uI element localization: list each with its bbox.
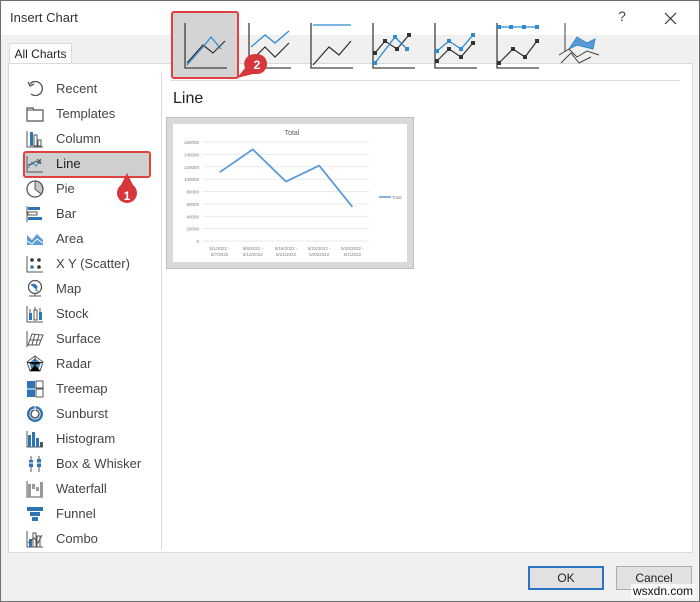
x-tick-label: 5/29/2022 -6/1/2022 (341, 246, 364, 257)
y-tick-label: 120000 (184, 165, 200, 170)
100-stacked-line-with-markers-chart-icon (496, 23, 539, 69)
chart-preview-canvas: Total 0 20000 40000 60000 80000 100000 120000 14… (173, 124, 407, 262)
map-globe-icon (27, 279, 43, 297)
sidebar-item-label: Column (56, 131, 101, 146)
y-tick-label: 100000 (184, 177, 200, 182)
sidebar-item-histogram[interactable]: Histogram (23, 426, 151, 451)
recent-icon (27, 80, 43, 97)
x-tick-label: 5/15/2022 -5/21/2022 (275, 246, 298, 257)
annotation-number-2: 2 (254, 58, 261, 72)
sidebar-item-label: Waterfall (56, 481, 107, 496)
scatter-chart-icon (26, 256, 43, 273)
sidebar-item-recent[interactable]: Recent (23, 76, 151, 101)
funnel-chart-icon (27, 507, 43, 521)
x-tick-label: 5/1/2022 -5/7/2022 (209, 246, 230, 257)
sidebar-item-label: Map (56, 281, 82, 296)
sidebar-item-templates[interactable]: Templates (23, 101, 151, 126)
insert-chart-dialog: Insert Chart ? All Charts Recent Templat… (0, 0, 700, 602)
3d-line-chart-icon (558, 23, 600, 64)
sidebar-item-treemap[interactable]: Treemap (23, 376, 151, 401)
line-chart-icon (184, 23, 227, 69)
annotation-badge-1: 1 (117, 173, 137, 203)
sidebar-item-combo[interactable]: Combo (23, 526, 151, 551)
sidebar-item-radar[interactable]: Radar (23, 351, 151, 376)
ok-button[interactable]: OK (528, 566, 604, 590)
y-tick-label: 20000 (186, 227, 199, 232)
sidebar-item-label: Treemap (56, 381, 108, 396)
sidebar-item-label: Area (56, 231, 84, 246)
sidebar-item-label: Funnel (56, 506, 96, 521)
dialog-title: Insert Chart (10, 10, 78, 25)
sidebar-item-sunburst[interactable]: Sunburst (23, 401, 151, 426)
series-line-total (219, 148, 354, 208)
sidebar-item-label: Recent (56, 81, 98, 96)
sidebar-item-funnel[interactable]: Funnel (23, 501, 151, 526)
annotation-number-1: 1 (124, 189, 131, 203)
x-tick-label: 5/22/2022 -5/28/2022 (308, 246, 331, 257)
sidebar-item-label: Sunburst (56, 406, 109, 421)
x-tick-label: 5/8/2022 -5/14/2022 (243, 246, 264, 257)
stacked-line-with-markers-chart-icon (434, 23, 477, 69)
chart-preview[interactable]: Total 0 20000 40000 60000 80000 100000 120000 14… (166, 117, 414, 269)
radar-chart-icon (26, 355, 44, 372)
line-chart-icon (26, 156, 43, 173)
sidebar-item-label: Combo (56, 531, 98, 546)
treemap-chart-icon (27, 380, 44, 398)
sidebar-item-label: Line (56, 156, 81, 171)
sidebar-item-box-whisker[interactable]: Box & Whisker (23, 451, 151, 476)
sidebar-item-label: Pie (56, 181, 75, 196)
sidebar-item-label: Bar (56, 206, 77, 221)
sidebar-item-x-y-scatter[interactable]: X Y (Scatter) (23, 251, 151, 276)
sidebar-item-label: Box & Whisker (56, 456, 142, 471)
sunburst-chart-icon (27, 406, 43, 422)
templates-folder-icon (26, 107, 44, 122)
y-tick-label: 0 (196, 239, 199, 244)
sidebar-item-surface[interactable]: Surface (23, 326, 151, 351)
surface-chart-icon (26, 331, 44, 347)
sidebar-item-label: X Y (Scatter) (56, 256, 130, 271)
sidebar-item-label: Surface (56, 331, 101, 346)
chart-title: Total (285, 130, 300, 137)
subtype-100-stacked-line[interactable] (299, 13, 361, 75)
100-stacked-line-chart-icon (310, 23, 353, 69)
subtype-100-stacked-line-with-markers[interactable] (485, 13, 547, 75)
sidebar-divider (161, 72, 162, 550)
tab-all-charts[interactable]: All Charts (9, 43, 72, 64)
waterfall-chart-icon (26, 481, 43, 498)
subtype-line-with-markers[interactable] (361, 13, 423, 75)
line-with-markers-chart-icon (372, 23, 415, 69)
combo-chart-icon (26, 531, 43, 548)
sidebar-item-label: Stock (56, 306, 89, 321)
subtype-3d-line[interactable] (547, 13, 609, 75)
column-chart-icon (26, 131, 43, 148)
pie-chart-icon (26, 180, 44, 198)
line-chart: Total 0 20000 40000 60000 80000 100000 120000 14… (184, 130, 402, 257)
chart-type-sidebar: Recent Templates Column Line Pie Bar Are… (9, 64, 161, 550)
y-tick-label: 80000 (186, 190, 199, 195)
annotation-badge-2: 2 (237, 54, 267, 78)
sidebar-item-label: Templates (56, 106, 116, 121)
sidebar-item-column[interactable]: Column (23, 126, 151, 151)
stock-chart-icon (26, 306, 43, 323)
subtype-line[interactable] (171, 11, 239, 79)
watermark-text: wsxdn.com (631, 584, 696, 598)
y-tick-label: 160000 (184, 140, 200, 145)
sidebar-item-waterfall[interactable]: Waterfall (23, 476, 151, 501)
sidebar-item-label: Histogram (56, 431, 116, 446)
sidebar-item-stock[interactable]: Stock (23, 301, 151, 326)
y-tick-label: 60000 (186, 202, 199, 207)
sidebar-item-area[interactable]: Area (23, 226, 151, 251)
y-tick-label: 40000 (186, 214, 199, 219)
histogram-chart-icon (26, 431, 43, 448)
subtype-stacked-line-with-markers[interactable] (423, 13, 485, 75)
subtype-divider (170, 80, 680, 81)
sidebar-item-label: Radar (56, 356, 92, 371)
sidebar-item-map[interactable]: Map (23, 276, 151, 301)
legend-label: Total (392, 195, 402, 200)
bar-chart-icon (26, 206, 42, 222)
y-tick-label: 140000 (184, 152, 200, 157)
box-whisker-chart-icon (29, 456, 41, 472)
subtype-title: Line (173, 90, 204, 107)
area-chart-icon (26, 234, 44, 245)
